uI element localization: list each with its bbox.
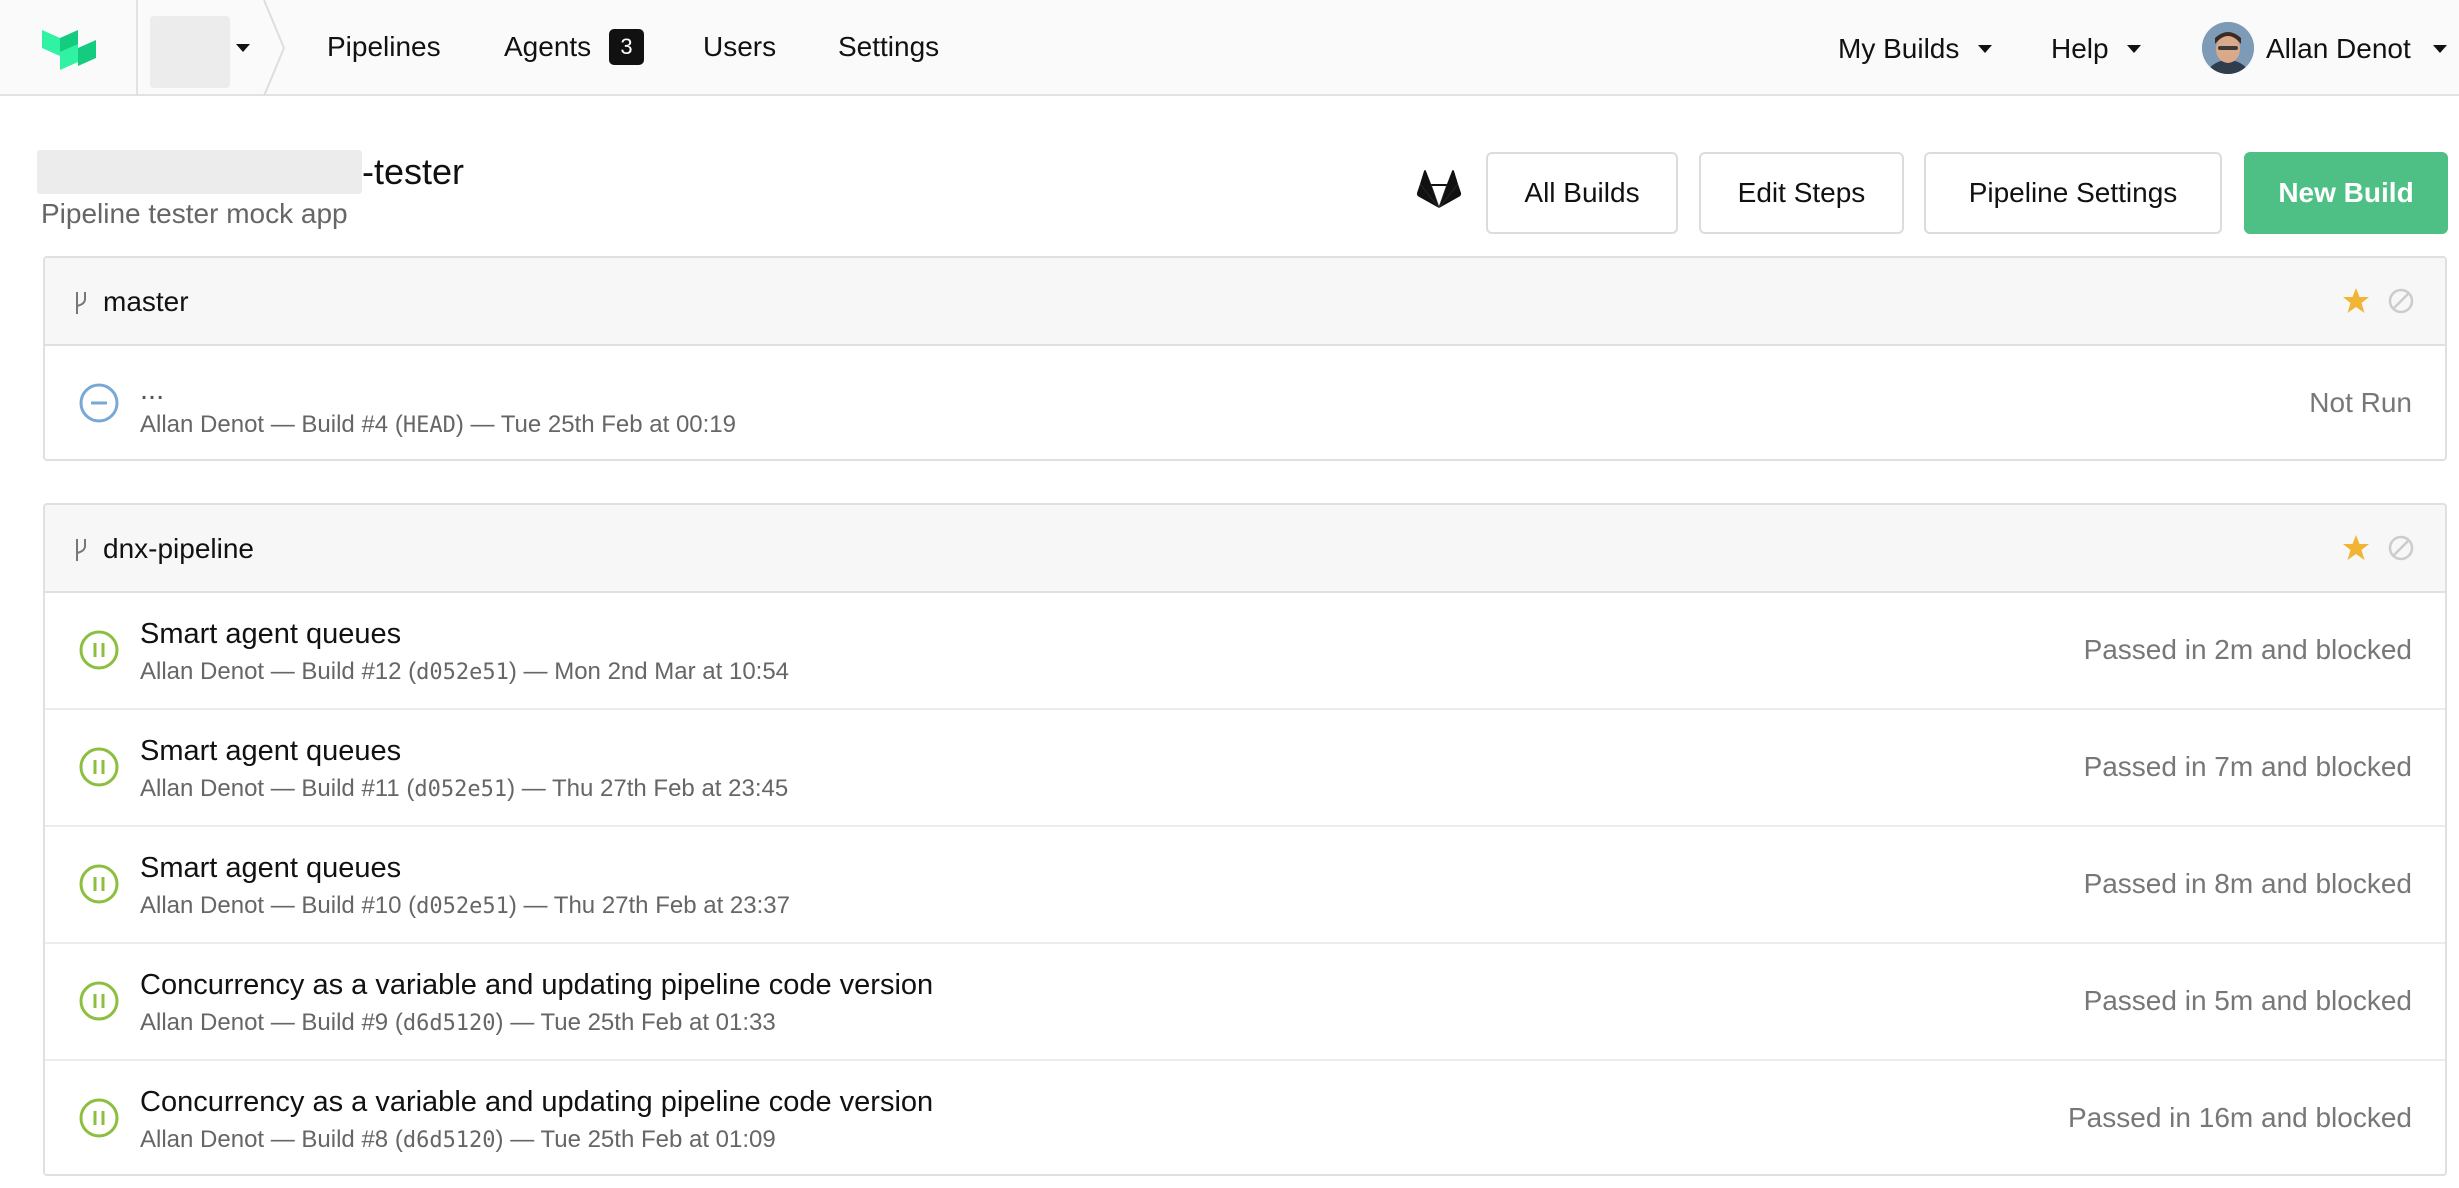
branch-name[interactable]: dnx-pipeline	[103, 531, 254, 567]
build-status-text: Passed in 2m and blocked	[2083, 634, 2412, 665]
build-message[interactable]: Smart agent queues	[140, 733, 401, 769]
build-message[interactable]: Concurrency as a variable and updating p…	[140, 967, 933, 1003]
chevron-down-icon[interactable]	[1978, 45, 1992, 53]
passed-blocked-status-icon	[79, 747, 119, 787]
redacted-pipeline-name	[37, 150, 362, 194]
help-menu[interactable]: Help	[2051, 31, 2109, 67]
build-meta: Allan Denot — Build #11 (d052e51) — Thu …	[140, 775, 789, 802]
build-row[interactable]: Smart agent queues Allan Denot — Build #…	[45, 593, 2445, 710]
build-row[interactable]: Concurrency as a variable and updating p…	[45, 1061, 2445, 1174]
chevron-down-icon[interactable]	[2127, 45, 2141, 53]
nav-users-link[interactable]: Users	[703, 29, 776, 65]
chevron-down-icon[interactable]	[2433, 45, 2447, 53]
branch-header: master	[45, 258, 2445, 346]
not-run-status-icon	[79, 383, 119, 423]
build-meta: Allan Denot — Build #9 (d6d5120) — Tue 2…	[140, 1009, 776, 1036]
passed-blocked-status-icon	[79, 630, 119, 670]
nav-settings-link[interactable]: Settings	[838, 29, 939, 65]
branch-name[interactable]: master	[103, 284, 189, 320]
branch-panel-dnx-pipeline: dnx-pipeline Smart agent queues Allan De…	[43, 503, 2447, 1176]
passed-blocked-status-icon	[79, 981, 119, 1021]
build-message[interactable]: Concurrency as a variable and updating p…	[140, 1084, 933, 1120]
new-build-button[interactable]: New Build	[2244, 152, 2448, 234]
buildkite-logo-icon[interactable]	[40, 24, 106, 72]
page-title: -tester	[362, 151, 465, 192]
top-navigation: Pipelines Agents 3 Users Settings My Bui…	[0, 0, 2459, 96]
build-row[interactable]: ... Allan Denot — Build #4 (HEAD) — Tue …	[45, 346, 2445, 459]
build-row[interactable]: Smart agent queues Allan Denot — Build #…	[45, 710, 2445, 827]
git-branch-icon	[76, 292, 86, 314]
build-message[interactable]: Smart agent queues	[140, 850, 401, 886]
agents-count-badge: 3	[609, 29, 644, 65]
edit-steps-button[interactable]: Edit Steps	[1699, 152, 1904, 234]
hide-branch-icon[interactable]	[2387, 287, 2415, 315]
hide-branch-icon[interactable]	[2387, 534, 2415, 562]
branch-panel-master: master ... Allan Denot — Build #4 (HEAD)…	[43, 256, 2447, 461]
pipeline-settings-button[interactable]: Pipeline Settings	[1924, 152, 2222, 234]
build-meta: Allan Denot — Build #10 (d052e51) — Thu …	[140, 892, 790, 919]
star-icon[interactable]	[2341, 286, 2371, 316]
build-meta: Allan Denot — Build #4 (HEAD) — Tue 25th…	[140, 411, 736, 438]
nav-agents-link[interactable]: Agents	[504, 29, 591, 65]
build-message[interactable]: ...	[140, 372, 164, 408]
build-status-text: Passed in 7m and blocked	[2083, 751, 2412, 782]
pipeline-description: Pipeline tester mock app	[41, 198, 348, 229]
star-icon[interactable]	[2341, 533, 2371, 563]
nav-pipelines-link[interactable]: Pipelines	[327, 29, 441, 65]
branch-header: dnx-pipeline	[45, 505, 2445, 593]
my-builds-menu[interactable]: My Builds	[1838, 31, 1959, 67]
org-switcher[interactable]	[150, 16, 230, 88]
gitlab-icon[interactable]	[1416, 168, 1462, 210]
build-status-text: Passed in 16m and blocked	[2068, 1102, 2412, 1133]
build-status-text: Passed in 5m and blocked	[2083, 985, 2412, 1016]
user-menu[interactable]: Allan Denot	[2266, 31, 2411, 67]
build-row[interactable]: Concurrency as a variable and updating p…	[45, 944, 2445, 1061]
chevron-down-icon[interactable]	[236, 44, 250, 52]
all-builds-button[interactable]: All Builds	[1486, 152, 1678, 234]
passed-blocked-status-icon	[79, 864, 119, 904]
git-branch-icon	[76, 539, 86, 561]
nav-divider	[136, 0, 138, 96]
build-meta: Allan Denot — Build #8 (d6d5120) — Tue 2…	[140, 1126, 776, 1153]
build-row[interactable]: Smart agent queues Allan Denot — Build #…	[45, 827, 2445, 944]
user-avatar-icon	[2202, 22, 2254, 74]
build-status-text: Not Run	[2309, 387, 2412, 418]
build-meta: Allan Denot — Build #12 (d052e51) — Mon …	[140, 658, 790, 685]
build-message[interactable]: Smart agent queues	[140, 616, 401, 652]
passed-blocked-status-icon	[79, 1098, 119, 1138]
build-status-text: Passed in 8m and blocked	[2083, 868, 2412, 899]
avatar[interactable]	[2202, 22, 2254, 74]
breadcrumb-chevron-icon	[263, 0, 286, 96]
